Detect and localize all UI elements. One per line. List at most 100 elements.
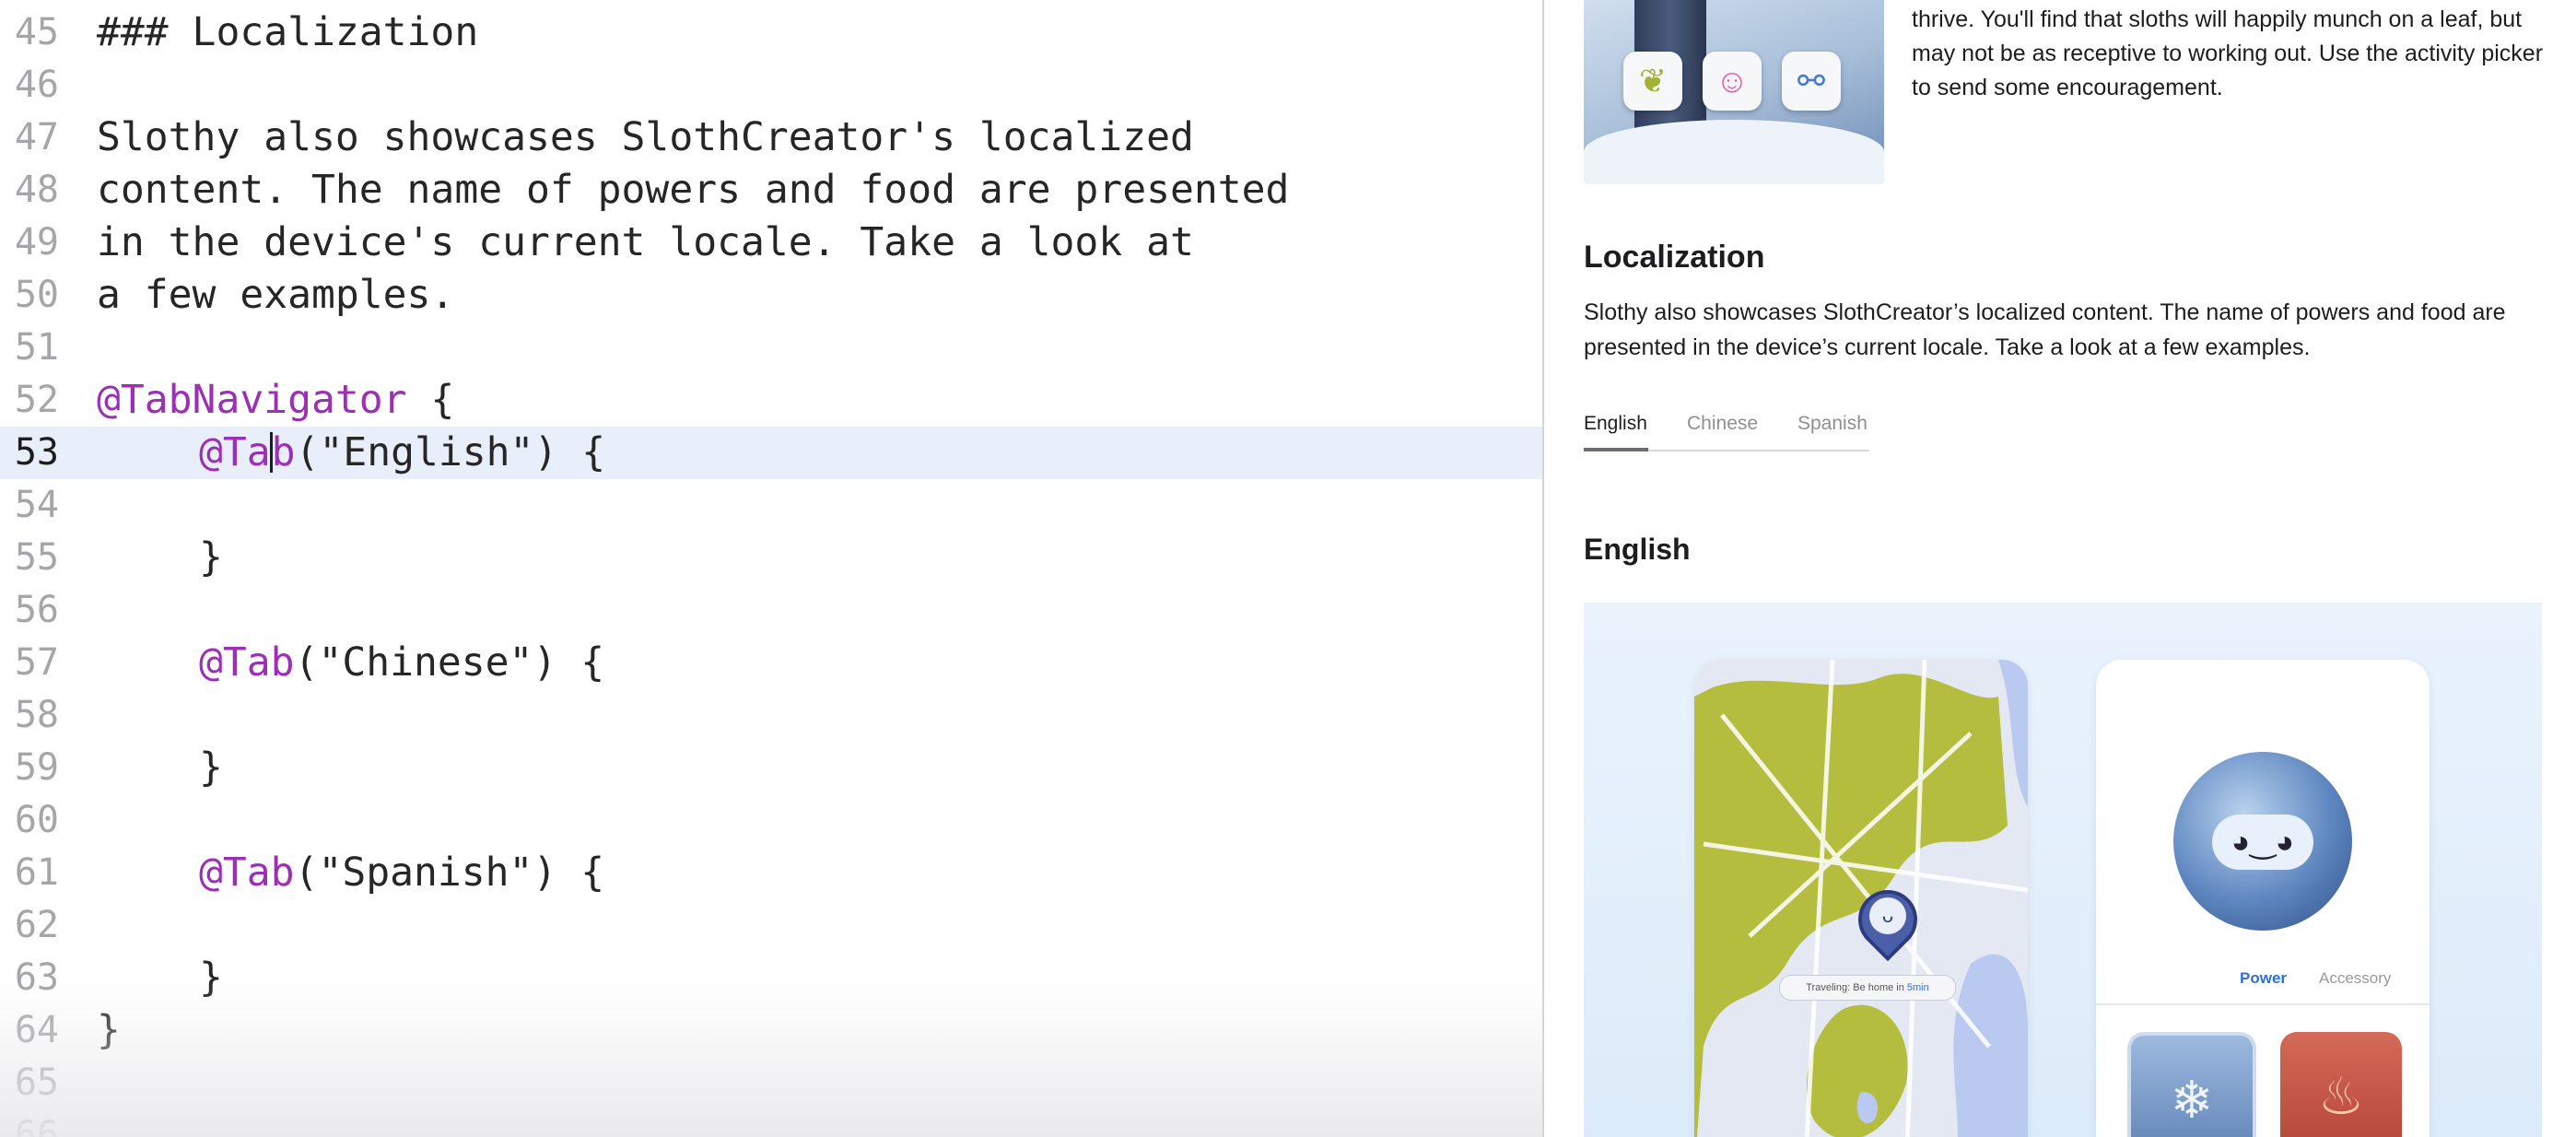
- ice-power-icon[interactable]: ❄: [2127, 1032, 2256, 1137]
- code-line[interactable]: 53 @Tab("English") {: [0, 427, 1542, 479]
- code-text[interactable]: }: [97, 532, 223, 584]
- snow-ground: [1584, 120, 1884, 184]
- code-line[interactable]: 46: [0, 59, 1542, 111]
- code-token: ("Chinese") {: [294, 639, 605, 686]
- code-keyword: b: [271, 429, 296, 475]
- line-number: 55: [14, 536, 59, 579]
- code-token: ("English") {: [295, 429, 606, 475]
- code-line[interactable]: 55}: [0, 532, 1542, 584]
- code-text[interactable]: content. The name of powers and food are…: [97, 164, 1289, 217]
- line-number: 56: [14, 589, 59, 631]
- segment-power[interactable]: Power: [2240, 969, 2287, 988]
- map-illustration: [1694, 660, 2028, 1137]
- code-text[interactable]: @Tab("Chinese") {: [97, 637, 604, 689]
- code-text[interactable]: @Tab("English") {: [97, 427, 605, 479]
- leaf-icon[interactable]: ❦: [1623, 52, 1682, 111]
- code-token: }: [199, 744, 223, 791]
- travel-status-pill: Traveling: Be home in 5min: [1779, 975, 1956, 1001]
- localization-body: Slothy also showcases SlothCreator’s loc…: [1584, 299, 2506, 360]
- code-line[interactable]: 58: [0, 689, 1542, 742]
- tab-chinese[interactable]: Chinese: [1687, 413, 1758, 435]
- segment-divider: [2096, 1003, 2430, 1005]
- code-text[interactable]: }: [97, 1004, 121, 1057]
- code-line[interactable]: 64}: [0, 1004, 1542, 1057]
- line-number: 45: [14, 11, 59, 53]
- fire-power-icon[interactable]: ♨: [2280, 1032, 2402, 1137]
- sloth-pin-icon: ᴗ: [1869, 897, 1906, 934]
- code-line[interactable]: 50 a few examples.: [0, 269, 1542, 322]
- localization-heading: Localization: [1584, 240, 1765, 275]
- sloth-face-icon: ◕‿◕: [2212, 815, 2313, 870]
- code-line[interactable]: 60: [0, 794, 1542, 847]
- code-line[interactable]: 59}: [0, 742, 1542, 794]
- line-number: 62: [14, 904, 59, 946]
- line-number: 57: [14, 641, 59, 684]
- code-keyword: @TabNavigator: [97, 377, 407, 423]
- code-text[interactable]: }: [97, 952, 223, 1004]
- code-line[interactable]: 49 in the device's current locale. Take a…: [0, 217, 1542, 269]
- screenshot-showcase: ᴗ Traveling: Be home in 5min ◕‿◕ Power A…: [1584, 603, 2542, 1137]
- line-number: 65: [14, 1061, 59, 1104]
- code-token: ### Localization: [97, 9, 479, 55]
- active-tab-indicator: [1584, 448, 1648, 451]
- line-number: 52: [14, 379, 59, 421]
- code-line[interactable]: 65: [0, 1057, 1542, 1109]
- dumbbell-icon[interactable]: ⚯: [1782, 52, 1841, 111]
- code-line[interactable]: 45 ### Localization: [0, 6, 1542, 59]
- code-keyword: @Ta: [199, 429, 271, 475]
- line-number: 66: [14, 1114, 59, 1137]
- line-number: 51: [14, 326, 59, 369]
- section-heading: English: [1584, 533, 1691, 566]
- code-line[interactable]: 48 content. The name of powers and food a…: [0, 164, 1542, 217]
- code-line[interactable]: 63}: [0, 952, 1542, 1004]
- code-text[interactable]: a few examples.: [97, 269, 454, 322]
- code-token: a few examples.: [97, 272, 455, 318]
- code-token: Slothy also showcases SlothCreator's loc…: [97, 114, 1194, 160]
- segment-accessory[interactable]: Accessory: [2319, 969, 2391, 988]
- line-number: 63: [14, 956, 59, 999]
- code-token: }: [199, 534, 223, 580]
- code-text[interactable]: ### Localization: [97, 6, 478, 59]
- line-number: 49: [14, 221, 59, 264]
- code-line[interactable]: 66: [0, 1109, 1542, 1137]
- line-number: 64: [14, 1009, 59, 1051]
- line-number: 46: [14, 64, 59, 106]
- code-line[interactable]: 52 @TabNavigator {: [0, 374, 1542, 427]
- code-token: }: [199, 955, 223, 1001]
- code-line[interactable]: 47 Slothy also showcases SlothCreator's l…: [0, 111, 1542, 164]
- phone-map-screen: ᴗ Traveling: Be home in 5min: [1694, 660, 2028, 1137]
- code-text[interactable]: }: [97, 742, 223, 794]
- code-token: ("Spanish") {: [294, 850, 605, 896]
- code-token: content. The name of powers and food are…: [97, 167, 1290, 213]
- line-number: 59: [14, 746, 59, 789]
- code-line[interactable]: 54: [0, 479, 1542, 532]
- code-line[interactable]: 61 @Tab("Spanish") {: [0, 847, 1542, 899]
- phone-sloth-screen: ◕‿◕ Power Accessory ❄ ♨: [2096, 660, 2430, 1137]
- line-number: 54: [14, 484, 59, 526]
- code-line[interactable]: 62: [0, 899, 1542, 952]
- code-line[interactable]: 51: [0, 322, 1542, 374]
- line-number: 60: [14, 799, 59, 841]
- intro-paragraph: Once you've customized your sloth, it's …: [1912, 6, 2544, 100]
- code-text[interactable]: @TabNavigator {: [97, 374, 454, 427]
- tab-navigator: English Chinese Spanish: [1584, 409, 1869, 451]
- code-keyword: @Tab: [199, 850, 295, 896]
- smiley-icon[interactable]: ☺: [1703, 52, 1762, 111]
- code-editor[interactable]: 45 ### Localization 46 47 Slothy also showca…: [0, 0, 1542, 1137]
- tab-english[interactable]: English: [1584, 413, 1647, 435]
- line-number: 47: [14, 116, 59, 158]
- code-text[interactable]: Slothy also showcases SlothCreator's loc…: [97, 111, 1194, 164]
- code-keyword: @Tab: [199, 639, 295, 686]
- line-number: 58: [14, 694, 59, 736]
- code-line[interactable]: 56: [0, 584, 1542, 637]
- line-number: 61: [14, 851, 59, 894]
- code-line[interactable]: 57 @Tab("Chinese") {: [0, 637, 1542, 689]
- code-text[interactable]: in the device's current locale. Take a l…: [97, 217, 1194, 269]
- tab-spanish[interactable]: Spanish: [1797, 413, 1868, 435]
- documentation-preview: ❦ ☺ ⚯ Once you've customized your sloth, i…: [1544, 0, 2576, 1137]
- code-text[interactable]: @Tab("Spanish") {: [97, 847, 604, 899]
- code-token: {: [406, 377, 455, 423]
- line-number: 50: [14, 274, 59, 316]
- line-number: 53: [14, 431, 59, 474]
- code-token: }: [97, 1007, 121, 1053]
